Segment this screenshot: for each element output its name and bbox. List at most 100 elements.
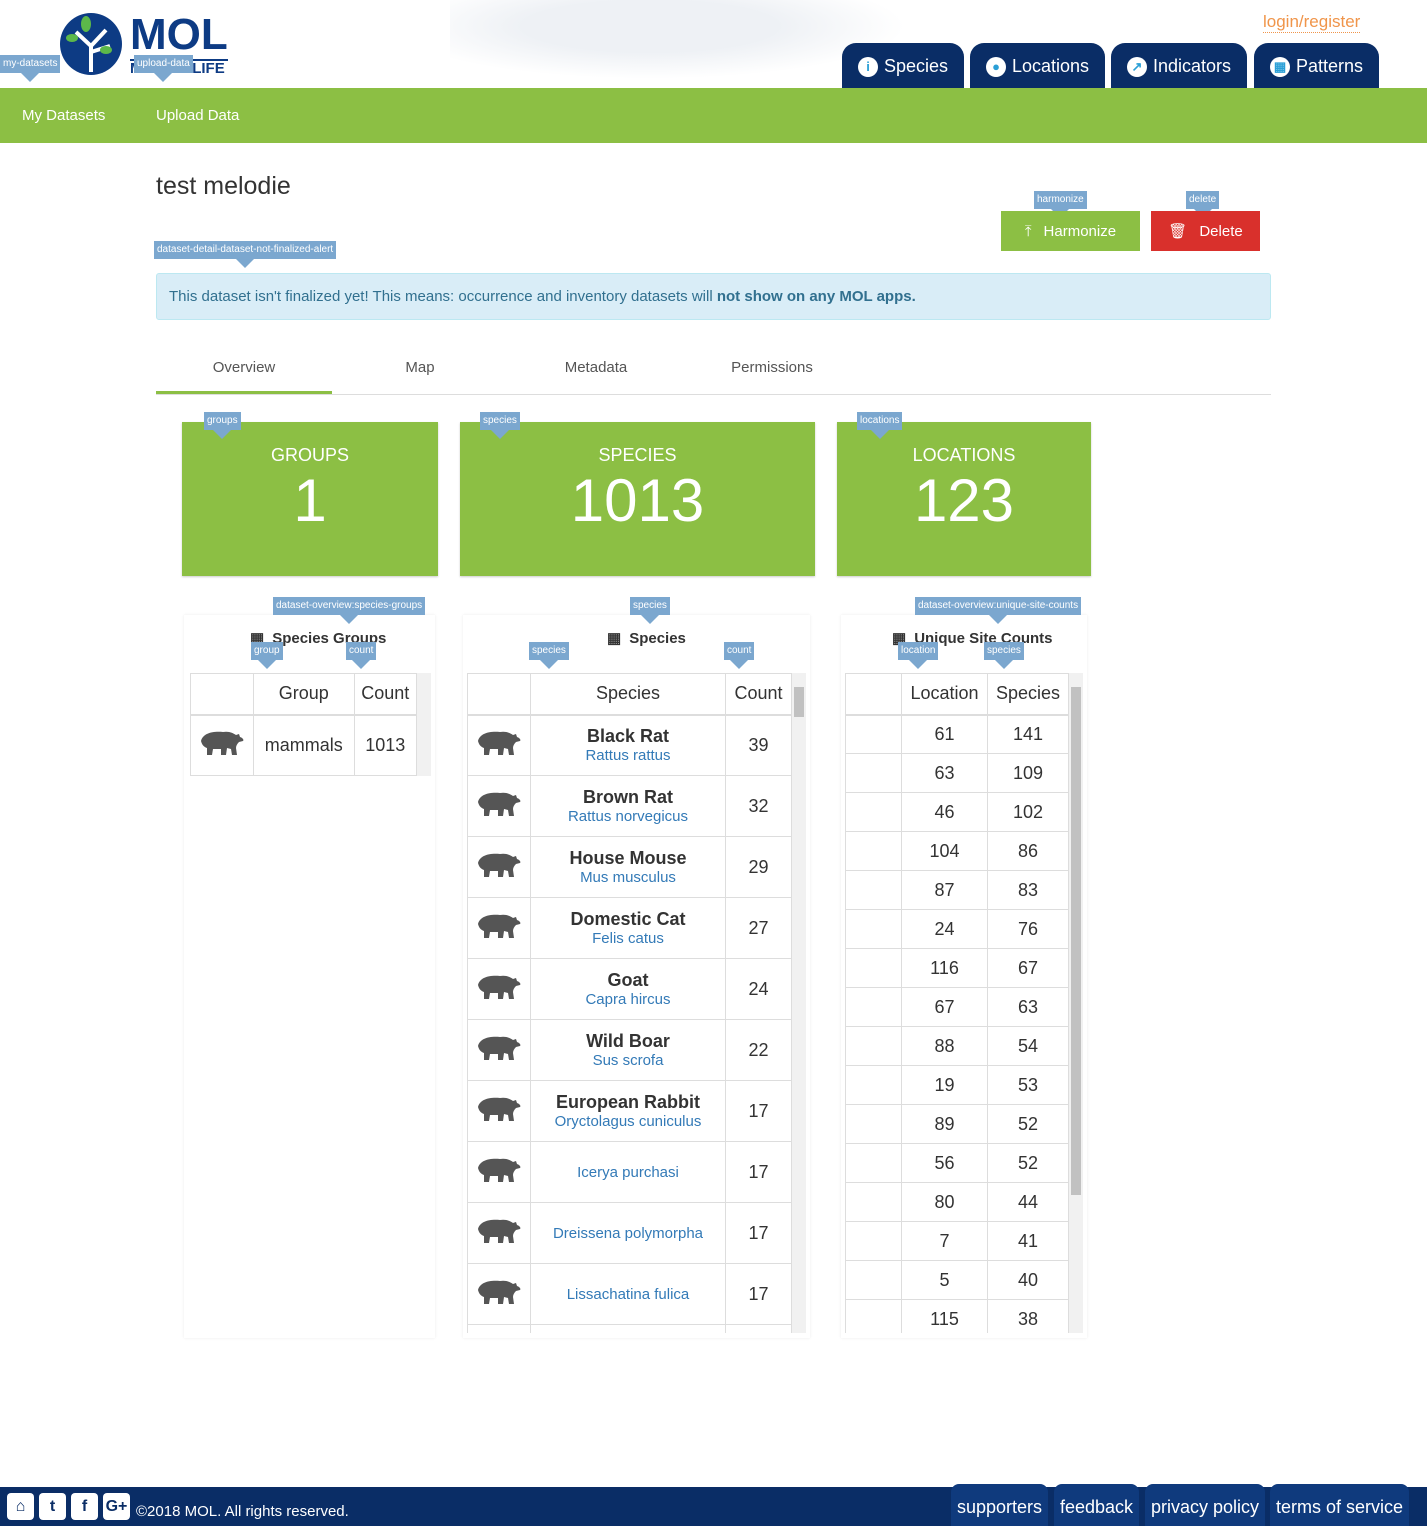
table-row[interactable]: 116 67: [845, 948, 1069, 988]
chart-icon: ↗: [1127, 56, 1147, 77]
count-cell: 39: [725, 714, 792, 776]
site-counts-tag: dataset-overview:unique-site-counts: [915, 597, 1082, 624]
feedback-link[interactable]: feedback: [1054, 1484, 1140, 1526]
table-row[interactable]: 88 54: [845, 1026, 1069, 1066]
scientific-name[interactable]: Mus musculus: [531, 869, 725, 886]
scientific-name[interactable]: Dreissena polymorpha: [531, 1225, 725, 1242]
table-row[interactable]: 46 102: [845, 792, 1069, 832]
species-cell: Lissachatina fulica: [530, 1263, 726, 1325]
species-count-cell: 83: [987, 870, 1069, 910]
table-row[interactable]: 24 76: [845, 909, 1069, 949]
location-cell: 89: [901, 1104, 988, 1144]
login-register-link[interactable]: login/register: [1263, 12, 1361, 33]
table-row[interactable]: Brown Rat Rattus norvegicus 32: [467, 775, 792, 837]
github-icon[interactable]: ⌂: [7, 1493, 34, 1520]
species-col-tag: species: [529, 642, 569, 669]
table-row[interactable]: 67 63: [845, 987, 1069, 1027]
table-row[interactable]: Black Rat Rattus rattus 39: [467, 714, 792, 776]
location-header[interactable]: Location: [901, 673, 988, 716]
scrollbar[interactable]: [417, 673, 431, 776]
harmonize-button[interactable]: ⤒ Harmonize: [1001, 211, 1140, 251]
species-count-cell: 52: [987, 1143, 1069, 1183]
scientific-name[interactable]: Sus scrofa: [531, 1052, 725, 1069]
my-datasets-link[interactable]: My Datasets: [22, 107, 105, 124]
species-title: ▦ Species: [607, 629, 686, 648]
table-row[interactable]: 80 44: [845, 1182, 1069, 1222]
species-table: Species Count Black Rat Rattus rattus 39 Bro…: [467, 673, 792, 1333]
table-row[interactable]: 19 53: [845, 1065, 1069, 1105]
species-card: SPECIES 1013: [460, 422, 815, 576]
table-row[interactable]: 87 83: [845, 870, 1069, 910]
scrollbar[interactable]: [1069, 673, 1083, 1333]
bear-icon: [467, 1141, 531, 1203]
supporters-link[interactable]: supporters: [951, 1484, 1049, 1526]
facebook-icon[interactable]: f: [71, 1493, 98, 1520]
count-header[interactable]: Count: [353, 673, 418, 716]
twitter-icon[interactable]: t: [39, 1493, 66, 1520]
privacy-policy-link[interactable]: privacy policy: [1145, 1484, 1266, 1526]
table-row[interactable]: Domestic Cat Felis catus 27: [467, 897, 792, 959]
scientific-name[interactable]: Felis catus: [531, 930, 725, 947]
table-row[interactable]: Icerya purchasi 17: [467, 1141, 792, 1203]
app-tab-patterns[interactable]: ▦ Patterns: [1254, 43, 1379, 90]
blank-cell: [845, 1104, 902, 1144]
table-row[interactable]: House Mouse Mus musculus 29: [467, 836, 792, 898]
app-tab-species[interactable]: i Species: [842, 43, 965, 90]
common-name: Brown Rat: [583, 787, 673, 807]
bear-icon: [467, 1019, 531, 1081]
scientific-name[interactable]: Icerya purchasi: [531, 1164, 725, 1181]
species-header[interactable]: Species: [987, 673, 1069, 716]
scrollbar-thumb[interactable]: [1071, 687, 1081, 1195]
tab-overview[interactable]: Overview: [156, 345, 332, 394]
scientific-name[interactable]: Rattus norvegicus: [531, 808, 725, 825]
scrollbar[interactable]: [792, 673, 806, 1333]
tab-permissions[interactable]: Permissions: [684, 345, 860, 394]
scientific-name[interactable]: Rattus rattus: [531, 747, 725, 764]
count-header[interactable]: Count: [725, 673, 792, 716]
table-row[interactable]: Lissachatina fulica 17: [467, 1263, 792, 1325]
alert-text: This dataset isn't finalized yet! This m…: [169, 288, 717, 305]
card-value: 1013: [570, 467, 705, 534]
scientific-name[interactable]: Lissachatina fulica: [531, 1286, 725, 1303]
table-row[interactable]: [467, 1324, 792, 1333]
table-row[interactable]: European Rabbit Oryctolagus cuniculus 17: [467, 1080, 792, 1142]
table-row[interactable]: 61 141: [845, 714, 1069, 754]
table-row[interactable]: 115 38: [845, 1299, 1069, 1333]
table-row[interactable]: 56 52: [845, 1143, 1069, 1183]
table-row[interactable]: 89 52: [845, 1104, 1069, 1144]
blank-cell: [845, 1065, 902, 1105]
delete-tag: delete: [1186, 191, 1220, 218]
table-row[interactable]: Dreissena polymorpha 17: [467, 1202, 792, 1264]
bear-icon: [201, 731, 244, 755]
table-row[interactable]: 5 40: [845, 1260, 1069, 1300]
bear-icon: [478, 914, 521, 938]
scientific-name[interactable]: Capra hircus: [531, 991, 725, 1008]
tab-metadata[interactable]: Metadata: [508, 345, 684, 394]
location-cell: 24: [901, 909, 988, 949]
count-cell: 1013: [353, 714, 418, 776]
table-row[interactable]: Goat Capra hircus 24: [467, 958, 792, 1020]
tab-map[interactable]: Map: [332, 345, 508, 394]
locations-card: LOCATIONS 123: [837, 422, 1091, 576]
location-cell: 67: [901, 987, 988, 1027]
delete-button[interactable]: 🗑 Delete: [1151, 211, 1260, 251]
footer: ⌂ t f G+ ©2018 MOL. All rights reserved.…: [0, 1484, 1427, 1526]
table-row[interactable]: mammals 1013: [190, 714, 418, 776]
delete-label: Delete: [1199, 222, 1243, 240]
bear-icon: [467, 714, 531, 776]
table-row[interactable]: 63 109: [845, 753, 1069, 793]
scrollbar-thumb[interactable]: [794, 687, 804, 717]
google-plus-icon[interactable]: G+: [103, 1493, 130, 1520]
scientific-name[interactable]: Oryctolagus cuniculus: [531, 1113, 725, 1130]
upload-data-link[interactable]: Upload Data: [156, 107, 239, 124]
group-header[interactable]: Group: [253, 673, 355, 716]
table-row[interactable]: 7 41: [845, 1221, 1069, 1261]
my-datasets-tag: my-datasets: [0, 55, 61, 82]
table-row[interactable]: Wild Boar Sus scrofa 22: [467, 1019, 792, 1081]
app-tab-indicators[interactable]: ↗ Indicators: [1111, 43, 1248, 90]
table-row[interactable]: 104 86: [845, 831, 1069, 871]
terms-of-service-link[interactable]: terms of service: [1270, 1484, 1410, 1526]
blank-cell: [845, 909, 902, 949]
species-header[interactable]: Species: [530, 673, 726, 716]
app-tab-locations[interactable]: ● Locations: [970, 43, 1106, 90]
